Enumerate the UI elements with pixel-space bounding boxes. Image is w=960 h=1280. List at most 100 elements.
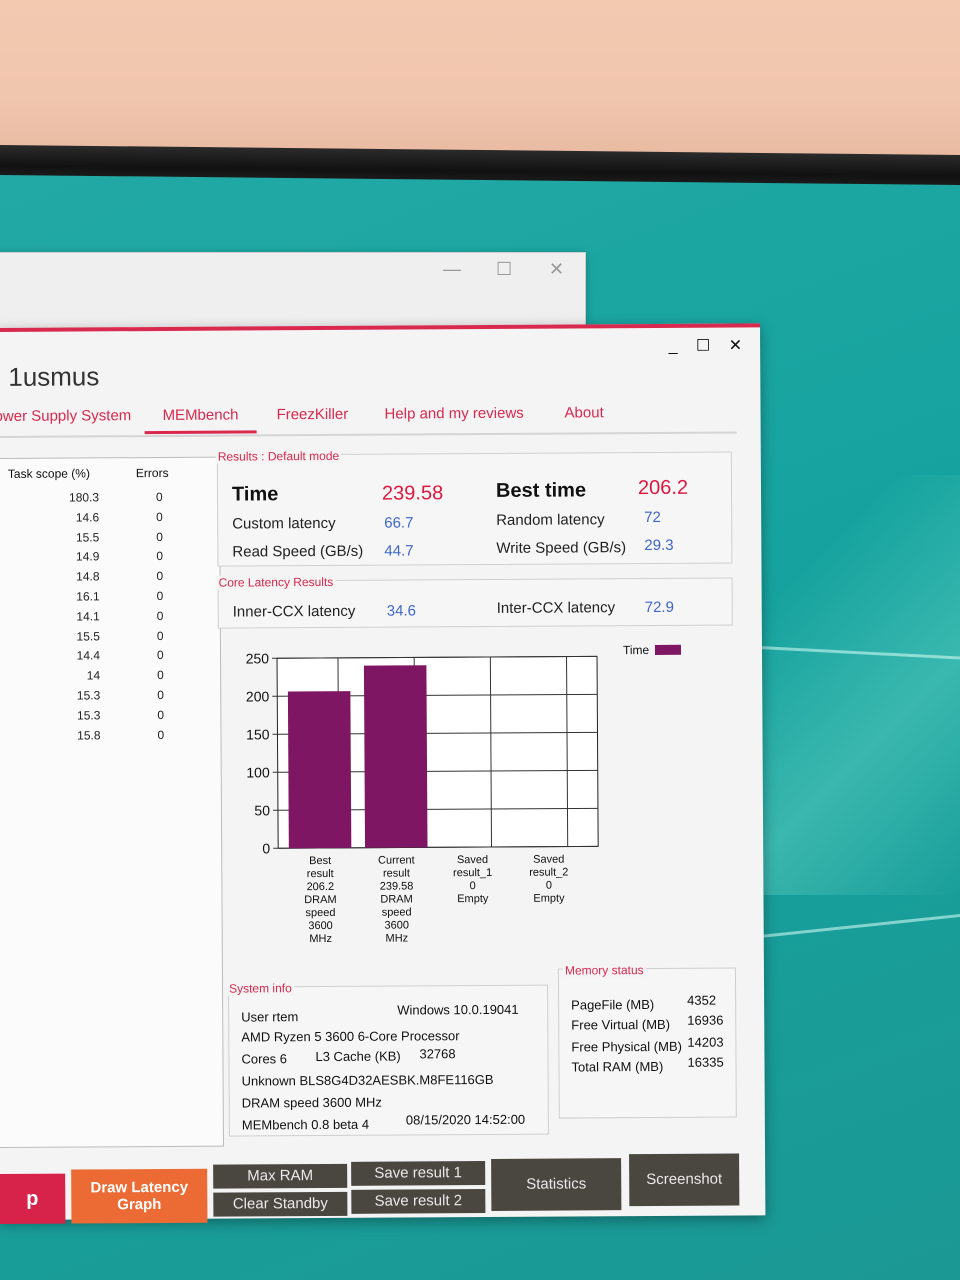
task-scope-cell: 14.9: [75, 549, 100, 564]
window-controls: _ ☐ ✕: [654, 335, 743, 356]
dram-speed: DRAM speed 3600 MHz: [241, 1094, 382, 1111]
main-window: _ ☐ ✕ 1usmus ower Supply System MEMbench…: [0, 323, 766, 1224]
x-category-label-line: Current: [378, 854, 415, 866]
os-version: Windows 10.0.19041: [397, 1001, 519, 1018]
x-category-label-line: result_2: [529, 867, 568, 879]
table-row: 14.6 0: [0, 509, 221, 530]
write-speed-label: Write Speed (GB/s): [496, 539, 627, 557]
core-count: Cores 6: [241, 1051, 288, 1067]
x-category-label-line: 206.2: [307, 881, 335, 893]
system-info-panel: System info User rtem Windows 10.0.19041…: [226, 981, 549, 1137]
tab-membench[interactable]: MEMbench: [162, 407, 238, 424]
x-category-label: Saved result_1 0 Empty: [453, 854, 492, 905]
task-scope-cell: 14.4: [76, 648, 101, 663]
x-category-label-line: Best: [309, 855, 331, 867]
time-value: 239.58: [381, 482, 444, 505]
x-category-label-line: Saved: [533, 854, 564, 866]
x-category-label: Best result 206.2 DRAM speed 3600 MHz: [304, 855, 337, 945]
system-info-section-label: System info: [226, 981, 294, 996]
x-category-label-line: MHz: [309, 933, 332, 945]
core-latency-panel: Core Latency Results Inner-CCX latency 3…: [216, 574, 733, 629]
errors-cell: 0: [157, 668, 164, 683]
errors-cell: 0: [156, 549, 164, 564]
x-category-label-line: 3600: [384, 919, 409, 931]
time-bar-chart: 0 50 100 150 200 250 Best result 206.2 DRAM speed 3…: [221, 633, 743, 956]
draw-latency-graph-button[interactable]: Draw Latency Graph: [71, 1168, 208, 1224]
read-speed-value: 44.7: [384, 542, 414, 560]
errors-cell: 0: [156, 529, 164, 544]
start-button[interactable]: p: [0, 1173, 66, 1224]
write-speed-value: 29.3: [644, 536, 674, 555]
random-latency-value: 72: [644, 508, 661, 527]
memory-status-section-label: Memory status: [562, 963, 646, 978]
custom-latency-value: 66.7: [384, 514, 414, 532]
x-category-label-line: 239.58: [380, 880, 414, 892]
tab-help-and-reviews[interactable]: Help and my reviews: [384, 405, 523, 423]
tab-about[interactable]: About: [564, 404, 603, 421]
x-category-label-line: DRAM: [304, 894, 336, 906]
minimize-icon[interactable]: _: [669, 338, 678, 355]
save-result-1-button[interactable]: Save result 1: [351, 1161, 486, 1186]
table-row: 180.3 0: [0, 490, 221, 511]
chart-svg: 050100150200250Best result 206.2 DRAM speed 3…: [246, 643, 682, 945]
errors-cell: 0: [156, 608, 164, 623]
results-panel: Results : Default mode Time 239.58 Best …: [215, 448, 733, 567]
y-tick-label: 200: [246, 688, 270, 704]
memory-module: Unknown BLS8G4D32AESBK.M8FE116GB: [241, 1071, 494, 1089]
free-virtual-value: 16936: [687, 1012, 724, 1028]
maximize-icon[interactable]: ☐: [696, 338, 710, 355]
tab-freezkiller[interactable]: FreezKiller: [276, 406, 348, 423]
x-category-label-line: 0: [470, 880, 476, 892]
minimize-icon[interactable]: —: [443, 259, 461, 280]
cpu-name: AMD Ryzen 5 3600 6-Core Processor: [241, 1028, 460, 1045]
app-version: MEMbench 0.8 beta 4: [241, 1116, 370, 1133]
inner-ccx-latency-label: Inner-CCX latency: [232, 602, 356, 621]
maximize-icon[interactable]: ☐: [496, 259, 512, 280]
core-latency-section-label: Core Latency Results: [216, 574, 336, 590]
x-category-label-line: speed: [305, 907, 335, 919]
pagefile-value: 4352: [687, 992, 717, 1008]
clear-standby-button[interactable]: Clear Standby: [213, 1191, 348, 1217]
user-name: User rtem: [241, 1009, 299, 1025]
tab-power-supply-system[interactable]: ower Supply System: [0, 407, 131, 425]
free-virtual-label: Free Virtual (MB): [571, 1016, 671, 1033]
x-category-label: Saved result_2 0 Empty: [529, 854, 568, 905]
screenshot-button[interactable]: Screenshot: [629, 1153, 740, 1207]
close-icon[interactable]: ✕: [729, 337, 743, 354]
errors-cell: 0: [156, 588, 164, 604]
x-category-label-line: 0: [546, 880, 552, 892]
pagefile-label: PageFile (MB): [571, 996, 655, 1013]
x-category-label-line: result: [383, 867, 410, 879]
task-scope-cell: 14: [86, 668, 101, 683]
total-ram-label: Total RAM (MB): [571, 1058, 664, 1075]
wallpaper-ray: [759, 909, 960, 938]
errors-cell: 0: [156, 569, 164, 584]
task-scope-cell: 180.3: [68, 490, 100, 505]
chart-bar: [363, 665, 428, 848]
inner-ccx-latency-value: 34.6: [386, 602, 416, 620]
errors-cell: 0: [156, 509, 163, 524]
max-ram-button[interactable]: Max RAM: [213, 1163, 348, 1189]
task-scope-cell: 14.8: [76, 569, 100, 584]
free-physical-value: 14203: [687, 1034, 724, 1050]
statistics-button[interactable]: Statistics: [491, 1158, 622, 1211]
legend-swatch: [654, 644, 682, 655]
custom-latency-label: Custom latency: [232, 514, 336, 533]
table-row: 14.4 0: [0, 648, 222, 669]
task-scope-cell: 16.1: [76, 589, 100, 604]
table-row: 15.3 0: [0, 707, 222, 728]
close-icon[interactable]: ✕: [549, 259, 564, 280]
l3-cache-label: L3 Cache (KB): [315, 1048, 401, 1065]
tab-bar: ower Supply System MEMbench FreezKiller …: [0, 401, 737, 438]
save-result-2-button[interactable]: Save result 2: [351, 1189, 486, 1214]
random-latency-label: Random latency: [496, 511, 605, 529]
read-speed-label: Read Speed (GB/s): [232, 542, 364, 561]
table-row: 15.5 0: [0, 529, 221, 550]
errors-cell: 0: [155, 489, 163, 505]
y-tick-label: 100: [246, 764, 270, 780]
results-section-label: Results : Default mode: [215, 448, 342, 464]
task-scope-cell: 15.3: [76, 688, 101, 703]
table-row: 14.9 0: [0, 549, 221, 570]
y-tick-label: 250: [246, 650, 270, 666]
x-category-label-line: MHz: [385, 932, 408, 944]
